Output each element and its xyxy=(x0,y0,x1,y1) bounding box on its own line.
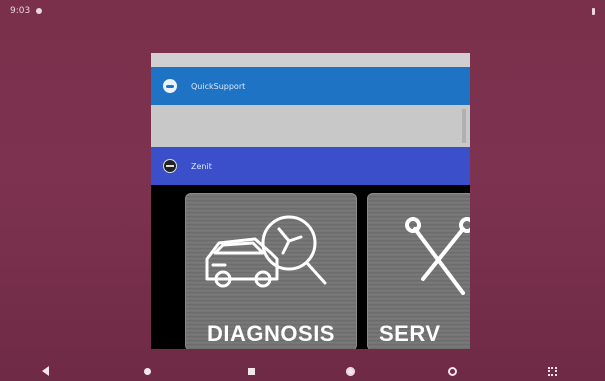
battery-icon xyxy=(592,7,595,15)
service-label: SERV xyxy=(379,321,441,346)
zenit-app-icon xyxy=(163,159,177,173)
diagnosis-tile[interactable]: DIAGNOSIS xyxy=(185,193,357,349)
recents-icon xyxy=(247,367,255,375)
status-bar: 9:03 xyxy=(0,0,605,22)
recent-card-zenit[interactable]: Zenit DIAGNOSIS SERV xyxy=(151,147,470,349)
home-icon xyxy=(143,367,151,375)
quicksupport-app-name: QuickSupport xyxy=(191,81,246,91)
settings-notification-icon xyxy=(36,8,43,14)
recent-card-quicksupport[interactable]: QuickSupport xyxy=(151,53,470,147)
back-icon xyxy=(41,366,49,376)
card-top-strip xyxy=(151,53,470,67)
car-diagnosis-icon xyxy=(205,215,327,288)
wrench-tools-icon xyxy=(405,217,470,295)
quicksupport-app-icon xyxy=(163,79,177,93)
settings-icon xyxy=(345,366,355,376)
navigation-bar xyxy=(0,360,605,381)
zenit-app-name: Zenit xyxy=(191,161,212,171)
settings-button[interactable] xyxy=(343,364,357,378)
quicksupport-card-header[interactable]: QuickSupport xyxy=(151,67,470,105)
back-button[interactable] xyxy=(38,364,52,378)
card-scrollbar xyxy=(462,109,466,143)
screenshot-icon xyxy=(547,366,557,376)
screenshot-button[interactable] xyxy=(545,364,559,378)
service-tile[interactable]: SERV xyxy=(367,193,470,349)
home-button[interactable] xyxy=(140,364,154,378)
recent-apps-stack: QuickSupport Zenit DIAGNOSIS SERV xyxy=(151,53,470,349)
zenit-card-content: DIAGNOSIS SERV xyxy=(151,185,470,349)
browser-icon xyxy=(447,366,457,376)
status-time: 9:03 xyxy=(10,6,31,16)
recents-button[interactable] xyxy=(244,364,258,378)
diagnosis-label: DIAGNOSIS xyxy=(207,321,335,346)
zenit-card-header[interactable]: Zenit xyxy=(151,147,470,185)
browser-button[interactable] xyxy=(445,364,459,378)
status-left: 9:03 xyxy=(10,6,43,16)
